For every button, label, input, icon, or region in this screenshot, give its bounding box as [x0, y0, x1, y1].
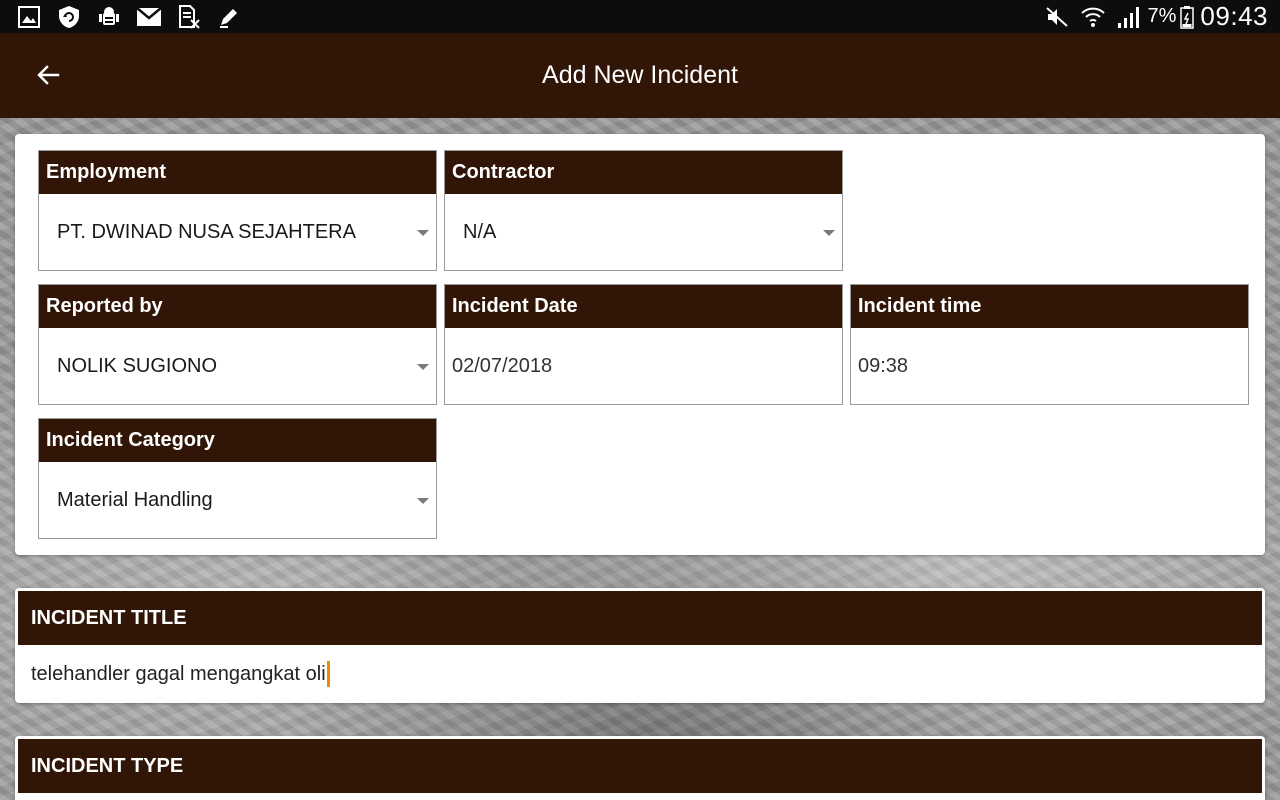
dropdown-caret-icon — [417, 498, 429, 504]
reported-by-value: NOLIK SUGIONO — [57, 354, 218, 377]
android-debug-icon — [96, 5, 122, 29]
gallery-icon — [16, 5, 42, 29]
page-title: Add New Incident — [542, 61, 738, 89]
reported-by-field: Reported by NOLIK SUGIONO — [38, 284, 437, 405]
reported-by-select[interactable]: NOLIK SUGIONO — [39, 328, 436, 404]
incident-title-label: INCIDENT TITLE — [18, 591, 1262, 645]
employment-field: Employment PT. DWINAD NUSA SEJAHTERA — [38, 150, 437, 271]
incident-date-label: Incident Date — [445, 285, 842, 328]
contractor-value: N/A — [463, 220, 497, 243]
arrow-left-icon — [36, 63, 60, 92]
battery-icon — [1180, 5, 1195, 29]
wifi-icon — [1080, 5, 1106, 29]
mute-icon — [1044, 5, 1070, 29]
dropdown-caret-icon — [823, 230, 835, 236]
incident-title-value: telehandler gagal mengangkat oli — [31, 662, 326, 685]
app-bar: Add New Incident — [0, 33, 1280, 118]
file-excel-icon — [176, 4, 202, 29]
gmail-icon — [136, 5, 162, 29]
incident-time-input[interactable]: 09:38 — [851, 328, 1248, 404]
clock: 09:43 — [1200, 1, 1268, 31]
battery-percent: 7% — [1147, 5, 1177, 27]
incident-title-card: INCIDENT TITLE telehandler gagal mengang… — [15, 588, 1265, 703]
incident-category-label: Incident Category — [39, 419, 436, 462]
employment-value: PT. DWINAD NUSA SEJAHTERA — [57, 220, 356, 243]
incident-time-field: Incident time 09:38 — [850, 284, 1249, 405]
dropdown-caret-icon — [417, 230, 429, 236]
incident-title-input[interactable]: telehandler gagal mengangkat oli — [31, 648, 1249, 700]
shield-refresh-icon — [56, 5, 82, 29]
pencil-icon — [216, 5, 242, 29]
status-bar: 7% 09:43 — [0, 0, 1280, 33]
incident-date-field: Incident Date 02/07/2018 — [444, 284, 843, 405]
reported-by-label: Reported by — [39, 285, 436, 328]
back-button[interactable] — [28, 57, 68, 97]
employment-label: Employment — [39, 151, 436, 194]
signal-icon — [1116, 5, 1142, 29]
text-cursor — [326, 661, 330, 687]
incident-time-label: Incident time — [851, 285, 1248, 328]
incident-details-card: Employment PT. DWINAD NUSA SEJAHTERA Con… — [15, 134, 1265, 555]
contractor-label: Contractor — [445, 151, 842, 194]
incident-type-label: INCIDENT TYPE — [18, 739, 1262, 793]
contractor-select[interactable]: N/A — [445, 194, 842, 270]
incident-category-value: Material Handling — [57, 488, 213, 511]
employment-select[interactable]: PT. DWINAD NUSA SEJAHTERA — [39, 194, 436, 270]
incident-category-field: Incident Category Material Handling — [38, 418, 437, 539]
incident-date-input[interactable]: 02/07/2018 — [445, 328, 842, 404]
dropdown-caret-icon — [417, 364, 429, 370]
incident-category-select[interactable]: Material Handling — [39, 462, 436, 538]
incident-type-card: INCIDENT TYPE — [15, 736, 1265, 800]
contractor-field: Contractor N/A — [444, 150, 843, 271]
